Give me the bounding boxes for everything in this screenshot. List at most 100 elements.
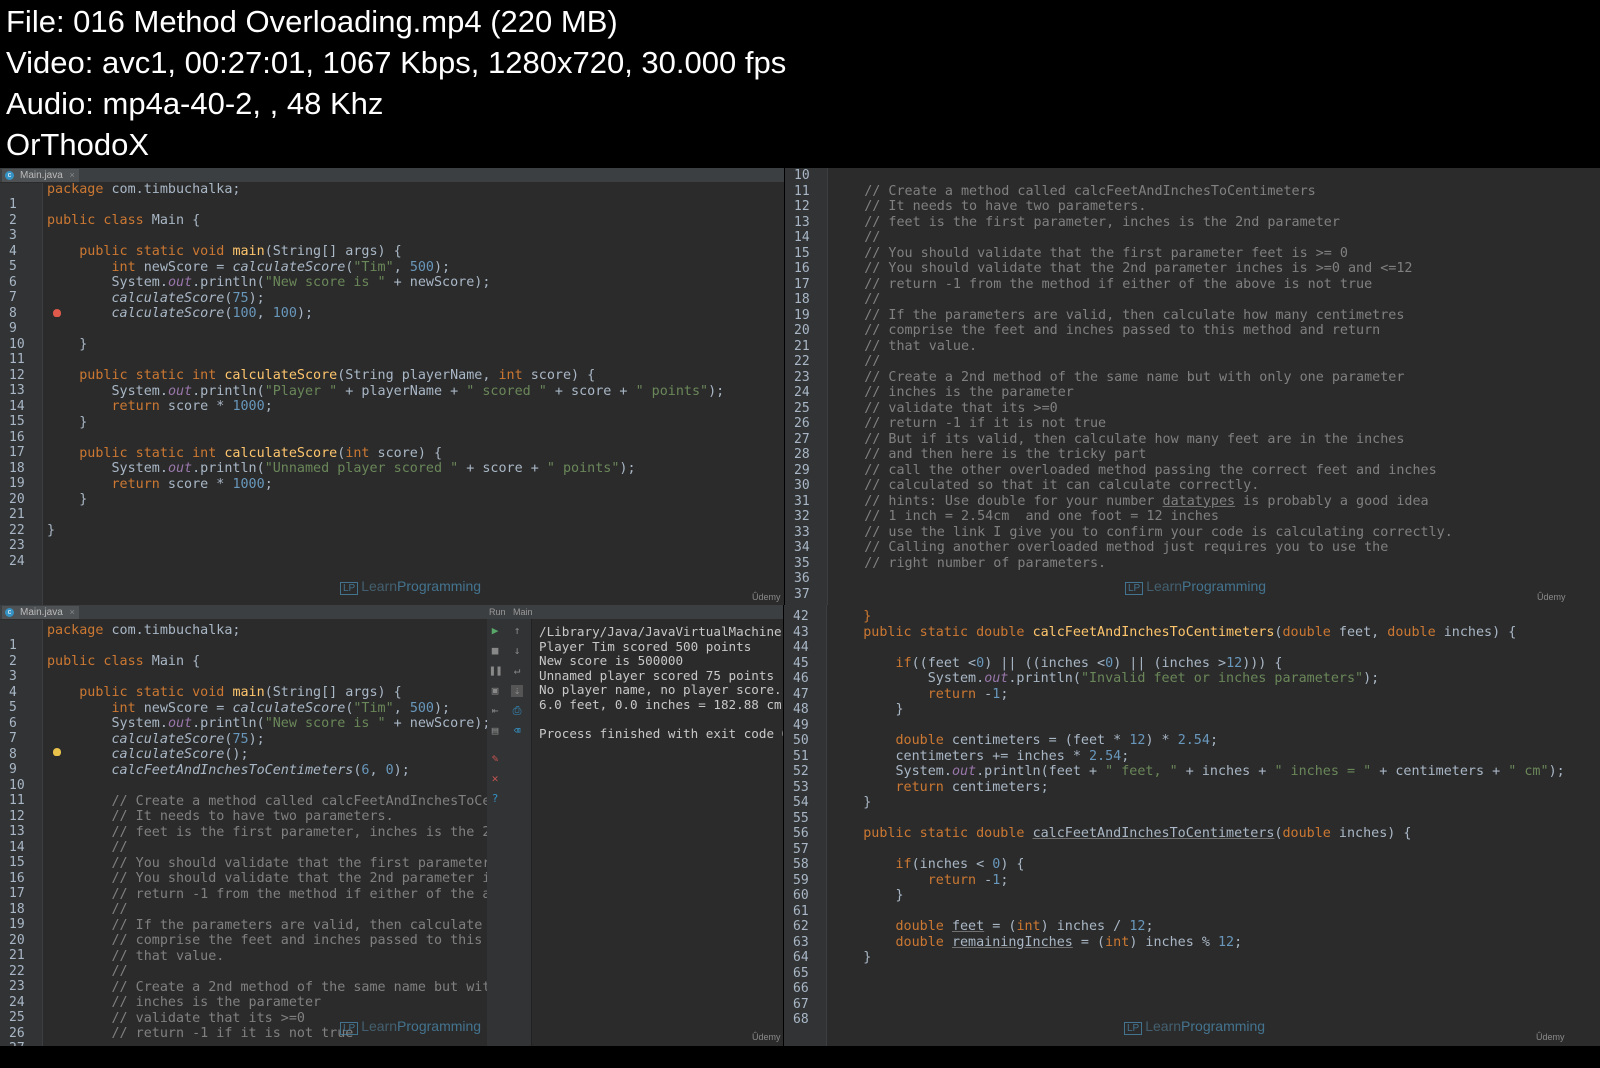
stop-icon[interactable]: ■ — [489, 645, 501, 657]
code-line[interactable]: // If the parameters are valid, then cal… — [832, 308, 1404, 324]
rerun-icon[interactable]: ▶ — [489, 625, 501, 637]
code-line[interactable]: // that value. — [832, 339, 977, 355]
code-line[interactable]: // right number of parameters. — [832, 556, 1106, 572]
code-line[interactable]: calculateScore(); — [47, 747, 249, 763]
code-line[interactable]: System.out.println("Unnamed player score… — [47, 461, 635, 477]
code-line[interactable]: if(inches < 0) { — [831, 857, 1025, 873]
console-output[interactable]: /Library/Java/JavaVirtualMachines/j Playe… — [539, 619, 783, 1046]
code-line[interactable]: // You should validate that the first pa… — [832, 246, 1348, 262]
code-line[interactable]: System.out.println("Player " + playerNam… — [47, 384, 724, 400]
code-line[interactable]: // feet is the first parameter, inches i… — [47, 825, 488, 841]
dump-threads-icon[interactable]: ▣ — [489, 685, 501, 697]
code-line[interactable]: centimeters += inches * 2.54; — [831, 749, 1129, 765]
code-line[interactable]: calculateScore(100, 100); — [47, 306, 314, 322]
restore-layout-icon[interactable]: ⇤ — [489, 705, 501, 717]
code-line[interactable]: public static int calculateScore(String … — [47, 368, 595, 384]
close-tab-icon[interactable]: × — [70, 169, 75, 182]
code-line[interactable]: } — [47, 415, 87, 431]
code-line[interactable]: calculateScore(75); — [47, 291, 265, 307]
code-line[interactable]: } — [831, 795, 871, 811]
code-line[interactable]: // return -1 from the method if either o… — [47, 887, 488, 903]
pause-icon[interactable]: ❚❚ — [489, 665, 502, 677]
code-line[interactable]: public class Main { — [47, 654, 200, 670]
code-line[interactable]: // — [47, 964, 128, 980]
code-line[interactable]: // return -1 from the method if either o… — [832, 277, 1372, 293]
code-line[interactable]: public static void main(String[] args) { — [47, 244, 402, 260]
editor-top-left[interactable]: c Main.java × 1 2 3 4 5 6 7 8 9 10 11 12 13 14 15 16 17 18 1… — [0, 168, 784, 605]
code-line[interactable]: // If the parameters are valid, then cal… — [47, 918, 487, 934]
code-line[interactable]: if((feet <0) || ((inches <0) || (inches … — [831, 656, 1283, 672]
code-line[interactable]: } — [831, 950, 871, 966]
code-line[interactable]: // You should validate that the 2nd para… — [832, 261, 1412, 277]
code-line[interactable]: // validate that its >=0 — [47, 1011, 305, 1027]
scroll-down-icon[interactable]: ↓ — [511, 645, 523, 657]
code-line[interactable]: int newScore = calculateScore("Tim", 500… — [47, 260, 451, 276]
code-line[interactable]: // return -1 if it is not true — [832, 416, 1106, 432]
settings-icon[interactable]: ▤ — [489, 725, 501, 737]
code-line[interactable]: // comprise the feet and inches passed t… — [47, 933, 487, 949]
code-line[interactable]: // — [832, 230, 880, 246]
error-bulb-icon[interactable] — [53, 309, 61, 317]
editor-top-right[interactable]: 10 11 12 13 14 15 16 17 18 19 20 21 22 23 24 25 26 27 28 29… — [785, 168, 1600, 605]
code-line[interactable]: public static int calculateScore(int sco… — [47, 446, 442, 462]
code-line[interactable]: // hints: Use double for your number dat… — [832, 494, 1428, 510]
scroll-up-icon[interactable]: ↑ — [511, 625, 523, 637]
code-line[interactable]: public static void main(String[] args) { — [47, 685, 402, 701]
code-line[interactable]: calculateScore(75); — [47, 732, 265, 748]
code-line[interactable]: // calculated so that it can calculate c… — [832, 478, 1259, 494]
code-line[interactable]: } — [47, 337, 87, 353]
code-line[interactable]: // — [47, 840, 128, 856]
code-line[interactable]: // Create a method called calcFeetAndInc… — [47, 794, 488, 810]
code-line[interactable]: // Create a method called calcFeetAndInc… — [832, 184, 1315, 200]
code-line[interactable]: System.out.println("New score is " + new… — [47, 275, 490, 291]
editor-bottom-right[interactable]: 42 43 44 45 46 47 48 49 50 51 52 53 54 55 56 57 58 59 60 61… — [784, 605, 1600, 1046]
tab-main-java[interactable]: c Main.java × — [2, 606, 79, 619]
close-icon[interactable]: ✕ — [489, 773, 501, 785]
code-line[interactable]: public static double calcFeetAndInchesTo… — [831, 826, 1411, 842]
code-line[interactable]: // and then here is the tricky part — [832, 447, 1146, 463]
help-icon[interactable]: ? — [489, 793, 501, 805]
code-line[interactable]: // But if its valid, then calculate how … — [832, 432, 1404, 448]
code-line[interactable]: int newScore = calculateScore("Tim", 500… — [47, 701, 451, 717]
code-line[interactable]: } — [47, 523, 55, 539]
code-line[interactable]: // — [832, 292, 880, 308]
code-line[interactable]: } — [831, 702, 903, 718]
code-line[interactable]: // You should validate that the 2nd para… — [47, 871, 488, 887]
code-line[interactable]: // It needs to have two parameters. — [47, 809, 394, 825]
code-line[interactable]: // inches is the parameter — [47, 995, 322, 1011]
code-line[interactable]: return -1; — [831, 873, 1009, 889]
code-line[interactable]: // — [832, 354, 880, 370]
code-line[interactable]: public class Main { — [47, 213, 200, 229]
code-line[interactable]: // comprise the feet and inches passed t… — [832, 323, 1380, 339]
print-icon[interactable]: ⎙ — [511, 705, 523, 717]
code-line[interactable]: // Create a 2nd method of the same name … — [832, 370, 1404, 386]
code-line[interactable]: double centimeters = (feet * 12) * 2.54; — [831, 733, 1219, 749]
code-line[interactable]: package com.timbuchalka; — [47, 182, 241, 198]
code-line[interactable]: System.out.println("New score is " + new… — [47, 716, 487, 732]
code-line[interactable]: // use the link I give you to confirm yo… — [832, 525, 1453, 541]
code-line[interactable]: return centimeters; — [831, 780, 1049, 796]
code-line[interactable]: // validate that its >=0 — [832, 401, 1057, 417]
code-line[interactable]: // that value. — [47, 949, 225, 965]
editor-bottom-left[interactable]: c Main.java × 1 2 3 4 5 6 7 8 9 10 11 12 13 14 15 16 17 18 1… — [0, 605, 487, 1046]
code-line[interactable]: public static double calcFeetAndInchesTo… — [831, 625, 1516, 641]
run-tool-window[interactable]: Run Main ▶ ■ ❚❚ ▣ ⇤ ▤ ✎ ✕ ? ↑ ↓ ↵ ⇣ ⎙ ⌫ … — [487, 605, 783, 1046]
code-line[interactable]: // call the other overloaded method pass… — [832, 463, 1436, 479]
intention-bulb-icon[interactable] — [53, 748, 61, 756]
code-line[interactable]: double remainingInches = (int) inches % … — [831, 935, 1243, 951]
pin-icon[interactable]: ✎ — [489, 753, 501, 765]
code-line[interactable]: System.out.println(feet + " feet, " + in… — [831, 764, 1564, 780]
code-line[interactable]: // inches is the parameter — [832, 385, 1074, 401]
code-line[interactable]: // Create a 2nd method of the same name … — [47, 980, 488, 996]
close-tab-icon[interactable]: × — [70, 606, 75, 619]
code-line[interactable]: // — [47, 902, 128, 918]
soft-wrap-icon[interactable]: ↵ — [511, 665, 523, 677]
code-line[interactable]: calcFeetAndInchesToCentimeters(6, 0); — [47, 763, 410, 779]
code-line[interactable]: // 1 inch = 2.54cm and one foot = 12 inc… — [832, 509, 1219, 525]
code-line[interactable]: // It needs to have two parameters. — [832, 199, 1146, 215]
scroll-to-end-icon[interactable]: ⇣ — [511, 685, 523, 697]
clear-all-icon[interactable]: ⌫ — [511, 725, 523, 737]
code-line[interactable]: return -1; — [831, 687, 1009, 703]
code-line[interactable]: return score * 1000; — [47, 477, 273, 493]
code-line[interactable]: // Calling another overloaded method jus… — [832, 540, 1388, 556]
